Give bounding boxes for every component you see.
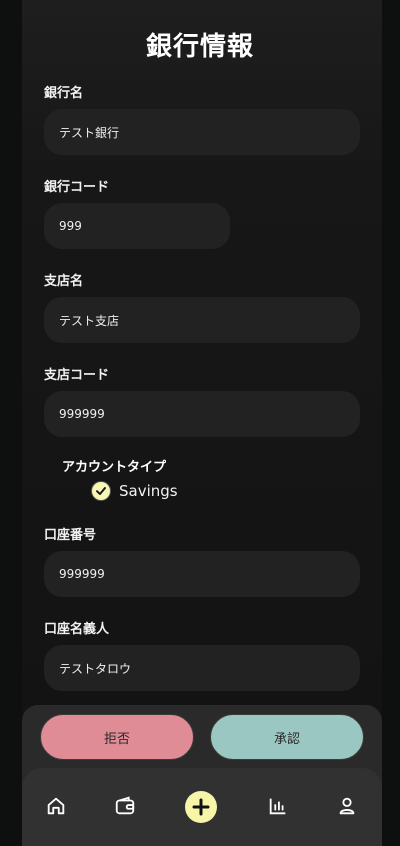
bank-name-label: 銀行名	[44, 86, 84, 101]
account-holder-field[interactable]: テストタロウ	[44, 645, 360, 691]
approve-button[interactable]: 承認	[210, 714, 364, 760]
account-holder-label: 口座名義人	[44, 622, 110, 637]
account-number-field[interactable]: 999999	[44, 551, 360, 597]
bank-code-field[interactable]: 999	[44, 203, 230, 249]
reject-button[interactable]: 拒否	[40, 714, 194, 760]
home-icon[interactable]	[43, 793, 69, 819]
profile-icon[interactable]	[334, 793, 360, 819]
savings-label: Savings	[119, 482, 178, 500]
bank-name-field[interactable]: テスト銀行	[44, 109, 360, 155]
savings-checkbox[interactable]	[92, 482, 110, 500]
branch-name-label: 支店名	[44, 274, 84, 289]
page-title: 銀行情報	[145, 32, 254, 62]
branch-code-field[interactable]: 999999	[44, 391, 360, 437]
chart-icon[interactable]	[265, 793, 291, 819]
account-type-label: アカウントタイプ	[62, 460, 167, 475]
bank-code-label: 銀行コード	[44, 180, 110, 195]
add-icon[interactable]	[185, 791, 217, 823]
check-icon	[96, 487, 106, 495]
account-number-label: 口座番号	[44, 528, 97, 543]
wallet-icon[interactable]	[112, 793, 138, 819]
branch-name-field[interactable]: テスト支店	[44, 297, 360, 343]
branch-code-label: 支店コード	[44, 368, 110, 383]
savings-option[interactable]: Savings	[92, 482, 178, 500]
